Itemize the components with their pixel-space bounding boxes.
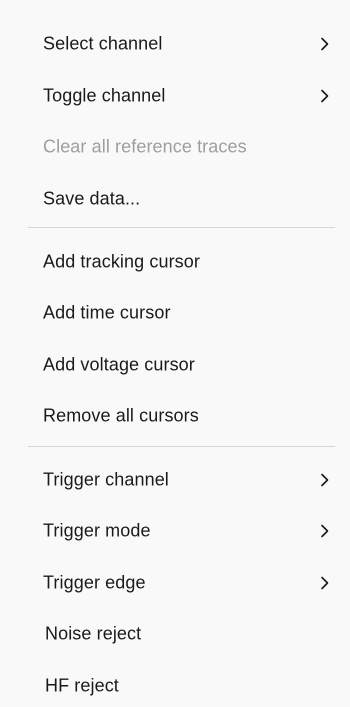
context-menu: Select channel Toggle channel Clear all … [0, 0, 350, 707]
menu-item-trigger-mode[interactable]: Trigger mode [0, 511, 350, 551]
chevron-right-icon [320, 37, 330, 51]
menu-item-remove-all-cursors[interactable]: Remove all cursors [0, 396, 350, 436]
menu-separator [28, 227, 335, 228]
menu-item-clear-all-reference-traces: Clear all reference traces [0, 127, 350, 167]
menu-item-label: HF reject [45, 675, 119, 696]
menu-item-label: Trigger channel [43, 469, 169, 490]
menu-item-label: Trigger edge [43, 572, 146, 593]
menu-item-label: Clear all reference traces [43, 136, 247, 157]
menu-item-label: Select channel [43, 33, 163, 54]
chevron-right-icon [320, 576, 330, 590]
menu-item-noise-reject[interactable]: Noise reject [0, 614, 350, 654]
menu-item-hf-reject[interactable]: HF reject [0, 666, 350, 706]
menu-item-add-tracking-cursor[interactable]: Add tracking cursor [0, 242, 350, 282]
menu-item-select-channel[interactable]: Select channel [0, 24, 350, 64]
menu-item-trigger-edge[interactable]: Trigger edge [0, 563, 350, 603]
menu-item-label: Save data... [43, 188, 141, 209]
chevron-right-icon [320, 473, 330, 487]
menu-item-label: Add voltage cursor [43, 354, 195, 375]
menu-item-label: Trigger mode [43, 520, 151, 541]
menu-item-save-data[interactable]: Save data... [0, 179, 350, 219]
menu-item-label: Toggle channel [43, 85, 166, 106]
menu-item-add-time-cursor[interactable]: Add time cursor [0, 293, 350, 333]
menu-item-label: Add time cursor [43, 302, 171, 323]
menu-item-label: Remove all cursors [43, 405, 199, 426]
chevron-right-icon [320, 89, 330, 103]
menu-item-label: Add tracking cursor [43, 251, 200, 272]
menu-item-toggle-channel[interactable]: Toggle channel [0, 76, 350, 116]
menu-separator [28, 446, 335, 447]
chevron-right-icon [320, 524, 330, 538]
menu-item-trigger-channel[interactable]: Trigger channel [0, 460, 350, 500]
menu-item-add-voltage-cursor[interactable]: Add voltage cursor [0, 345, 350, 385]
menu-item-label: Noise reject [45, 623, 142, 644]
